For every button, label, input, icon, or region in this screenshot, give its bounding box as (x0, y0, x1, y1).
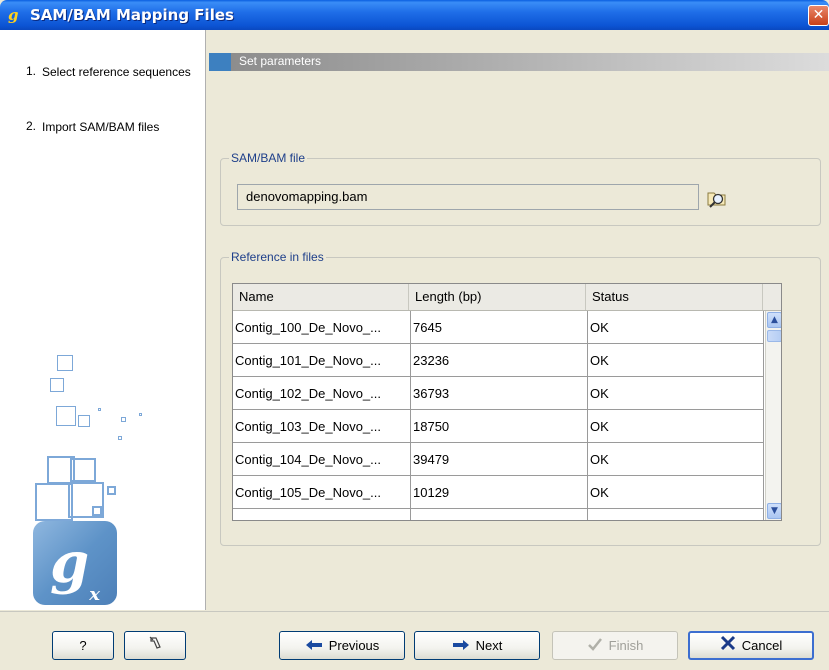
browse-folder-icon[interactable] (705, 187, 729, 209)
table-row[interactable]: Contig_105_De_Novo_... 10129 OK (233, 476, 764, 509)
section-title: Set parameters (239, 54, 322, 68)
decor-square (57, 355, 73, 371)
column-header-status[interactable]: Status (586, 284, 763, 310)
cell-length: 36793 (411, 377, 588, 410)
arrow-right-icon (452, 633, 470, 660)
steps-panel: 1. Select reference sequences 2. Import … (0, 30, 206, 610)
cell-status: OK (588, 410, 764, 443)
cell-name: Contig_100_De_Novo_... (233, 311, 411, 344)
chevron-down-icon: ▼ (771, 506, 778, 516)
cell-status: OK (588, 344, 764, 377)
title-bar: g SAM/BAM Mapping Files ✕ (0, 0, 829, 30)
cell-name: Contig_105_De_Novo_... (233, 476, 411, 509)
next-button[interactable]: Next (414, 631, 540, 660)
decor-square (56, 406, 76, 426)
finish-button[interactable]: Finish (552, 631, 678, 660)
bottom-separator (0, 611, 829, 612)
cell-status (588, 509, 764, 520)
file-path-field[interactable]: denovomapping.bam (237, 184, 699, 210)
group-title: SAM/BAM file (229, 151, 308, 165)
previous-button[interactable]: Previous (279, 631, 405, 660)
cell-name (233, 509, 411, 520)
cancel-x-icon (720, 634, 736, 659)
reference-table: Name Length (bp) Status Contig_100_De_No… (232, 283, 782, 521)
table-row[interactable]: Contig_100_De_Novo_... 7645 OK (233, 311, 764, 344)
decor-square (139, 413, 142, 416)
table-row[interactable] (233, 509, 764, 520)
reset-icon (147, 633, 163, 660)
app-icon: g (8, 6, 19, 24)
table-row[interactable]: Contig_101_De_Novo_... 23236 OK (233, 344, 764, 377)
chevron-up-icon: ▲ (771, 315, 778, 325)
logo-subscript: x (89, 584, 100, 606)
help-button[interactable]: ? (52, 631, 114, 660)
decor-square (121, 417, 126, 422)
cell-status: OK (588, 476, 764, 509)
window-title: SAM/BAM Mapping Files (30, 6, 234, 24)
cell-length (411, 509, 588, 520)
scroll-down-button[interactable]: ▼ (767, 503, 781, 519)
reset-button[interactable] (124, 631, 186, 660)
section-accent (209, 53, 231, 71)
cell-length: 10129 (411, 476, 588, 509)
scroll-thumb[interactable] (767, 330, 781, 342)
cancel-button[interactable]: Cancel (688, 631, 814, 660)
cell-status: OK (588, 311, 764, 344)
cell-status: OK (588, 443, 764, 476)
cell-name: Contig_103_De_Novo_... (233, 410, 411, 443)
checkmark-icon (587, 633, 603, 660)
decor-square (50, 378, 64, 392)
step-number: 1. (26, 64, 37, 78)
column-header-length[interactable]: Length (bp) (409, 284, 586, 310)
step-label: Import SAM/BAM files (42, 120, 160, 134)
cell-length: 39479 (411, 443, 588, 476)
column-header-name[interactable]: Name (233, 284, 409, 310)
cancel-label: Cancel (741, 638, 783, 653)
decor-square (118, 436, 122, 440)
scroll-up-button[interactable]: ▲ (767, 312, 781, 328)
decor-square (78, 415, 90, 427)
next-label: Next (475, 638, 503, 653)
decor-square (92, 506, 102, 516)
step-label: Select reference sequences (42, 65, 191, 79)
cell-status: OK (588, 377, 764, 410)
previous-label: Previous (328, 638, 380, 653)
cell-length: 7645 (411, 311, 588, 344)
section-header: Set parameters (209, 53, 829, 71)
cell-length: 18750 (411, 410, 588, 443)
table-row[interactable]: Contig_103_De_Novo_... 18750 OK (233, 410, 764, 443)
cell-name: Contig_104_De_Novo_... (233, 443, 411, 476)
table-row[interactable]: Contig_104_De_Novo_... 39479 OK (233, 443, 764, 476)
app-logo: gx (33, 521, 117, 605)
decor-square (98, 408, 101, 411)
cell-name: Contig_102_De_Novo_... (233, 377, 411, 410)
help-label: ? (79, 638, 87, 653)
finish-label: Finish (608, 638, 644, 653)
close-button[interactable]: ✕ (808, 5, 829, 26)
decor-square (107, 486, 116, 495)
table-header: Name Length (bp) Status (233, 284, 781, 311)
group-title: Reference in files (229, 250, 326, 264)
arrow-left-icon (305, 633, 323, 660)
vertical-scrollbar[interactable]: ▲ ▼ (765, 311, 781, 520)
cell-length: 23236 (411, 344, 588, 377)
table-row[interactable]: Contig_102_De_Novo_... 36793 OK (233, 377, 764, 410)
close-icon: ✕ (812, 7, 825, 23)
step-number: 2. (26, 119, 37, 133)
decor-square (70, 458, 96, 482)
cell-name: Contig_101_De_Novo_... (233, 344, 411, 377)
logo-letter: g (50, 530, 90, 596)
